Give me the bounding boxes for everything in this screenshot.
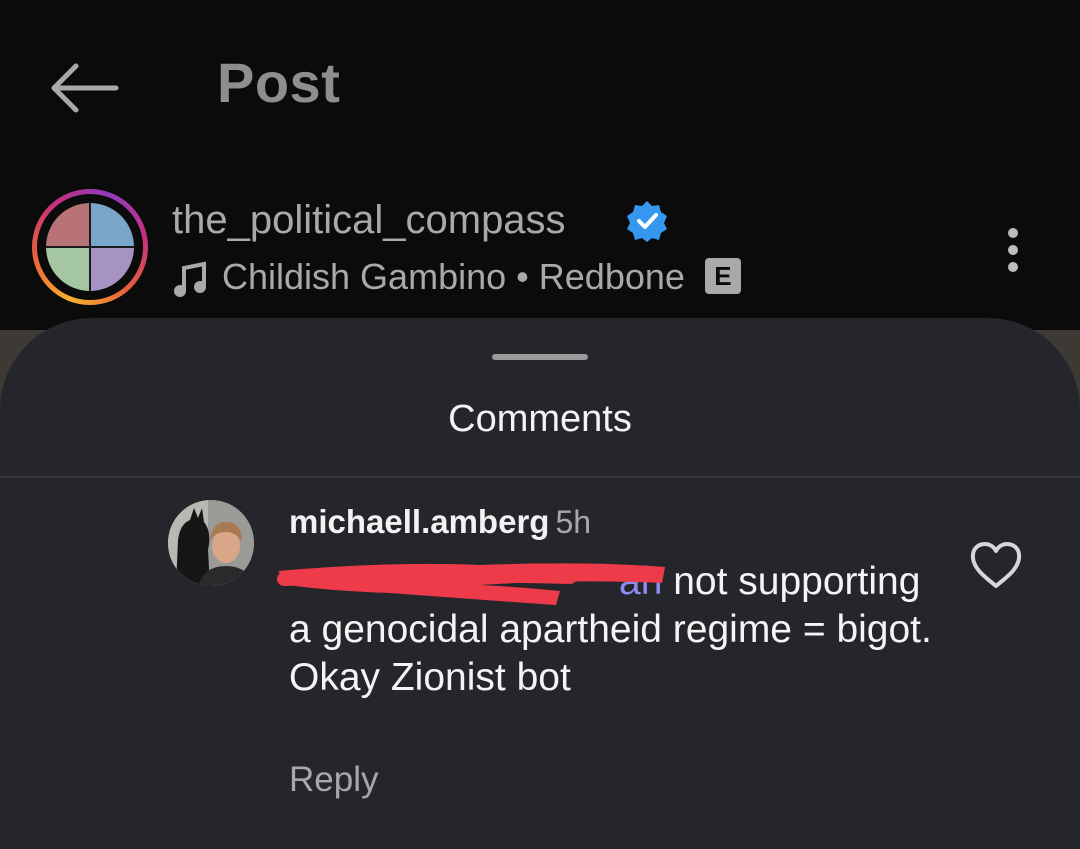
- audio-separator: •: [516, 256, 529, 297]
- audio-artist: Childish Gambino: [222, 256, 507, 297]
- post-author-username[interactable]: the_political_compass: [172, 198, 566, 243]
- compass-quadrant: [90, 203, 134, 247]
- sheet-drag-handle[interactable]: [492, 354, 588, 360]
- commenter-photo: [168, 500, 254, 586]
- avatar-ring-gap: [37, 194, 143, 300]
- comments-sheet: Comments michaell.amberg5h ah not suppor…: [0, 318, 1080, 849]
- top-app-bar: Post: [0, 0, 1080, 170]
- more-dot: [1008, 245, 1018, 255]
- author-avatar[interactable]: [32, 189, 148, 305]
- arrow-left-icon: [51, 63, 119, 113]
- redaction-scribble: [277, 563, 665, 605]
- audio-track: Redbone: [538, 256, 685, 297]
- comment-header: michaell.amberg 5h: [289, 503, 591, 541]
- explicit-badge: E: [704, 258, 741, 294]
- more-options-button[interactable]: [998, 222, 1032, 278]
- audio-attribution[interactable]: Childish Gambino • Redbone E: [222, 256, 741, 298]
- page-title: Post: [217, 51, 341, 114]
- compass-quadrant: [46, 203, 90, 247]
- commenter-avatar[interactable]: [168, 500, 254, 586]
- more-dot: [1008, 228, 1018, 238]
- comment-timestamp: 5h: [555, 504, 592, 540]
- back-button[interactable]: [44, 58, 124, 118]
- reply-button[interactable]: Reply: [289, 760, 378, 800]
- compass-quadrant: [46, 247, 90, 291]
- verified-badge-icon: [627, 201, 667, 242]
- heart-like-icon[interactable]: [968, 540, 1024, 590]
- compass-quadrant: [90, 247, 134, 291]
- music-note-icon: [174, 261, 206, 297]
- post-author-row: the_political_compass Childish Gambino •…: [0, 170, 1080, 330]
- more-dot: [1008, 262, 1018, 272]
- compass-axis: [46, 246, 134, 248]
- political-compass-logo: [46, 203, 134, 291]
- commenter-username[interactable]: michaell.amberg: [289, 503, 549, 540]
- sheet-title: Comments: [448, 398, 632, 440]
- sheet-divider: [0, 476, 1080, 478]
